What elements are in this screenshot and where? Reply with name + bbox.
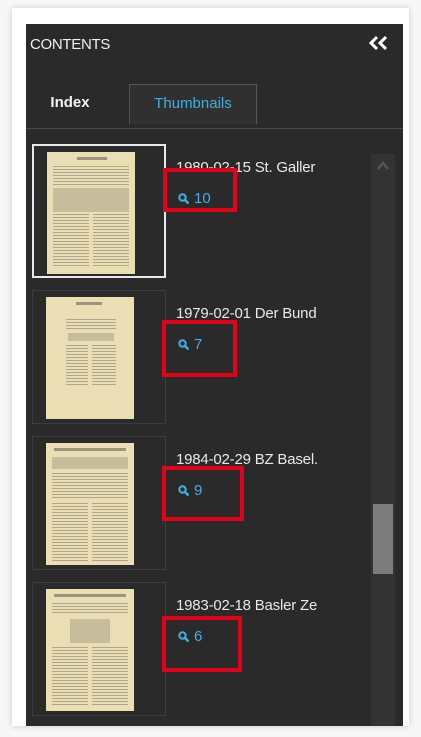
hit-count: 7	[194, 336, 203, 353]
tab-bar: Index Thumbnails	[26, 84, 403, 128]
tab-thumbnails[interactable]: Thumbnails	[129, 84, 257, 124]
search-icon	[178, 193, 189, 204]
list-item[interactable]: 1983-02-18 Basler Ze 6	[26, 582, 368, 722]
list-item[interactable]: 1979-02-01 Der Bund 7	[26, 290, 368, 430]
tab-divider	[26, 128, 403, 129]
scrollbar-track[interactable]	[371, 154, 395, 726]
contents-panel: CONTENTS Index Thumbnails 1980-02-15 St.…	[26, 24, 403, 726]
search-hits[interactable]: 9	[178, 482, 202, 502]
search-icon	[178, 485, 189, 496]
item-title[interactable]: 1980-02-15 St. Galler	[176, 159, 362, 176]
search-hits[interactable]: 6	[178, 628, 202, 648]
list-item[interactable]: 1984-02-29 BZ Basel. 9	[26, 436, 368, 576]
panel-title: CONTENTS	[30, 36, 111, 53]
page-thumbnail	[46, 297, 134, 419]
page-thumbnail	[46, 589, 134, 711]
panel-header: CONTENTS	[26, 24, 403, 60]
thumbnail-list: 1980-02-15 St. Galler 10 1979-02-01 Der …	[26, 130, 368, 726]
search-hits[interactable]: 7	[178, 336, 202, 356]
item-title[interactable]: 1979-02-01 Der Bund	[176, 305, 362, 322]
thumbnail-frame[interactable]	[32, 144, 166, 278]
search-hits[interactable]: 10	[178, 190, 211, 210]
item-title[interactable]: 1983-02-18 Basler Ze	[176, 597, 362, 614]
search-icon	[178, 631, 189, 642]
page-thumbnail	[47, 152, 135, 274]
double-chevron-left-icon[interactable]	[367, 35, 389, 51]
thumbnail-frame[interactable]	[32, 290, 166, 424]
thumbnail-frame[interactable]	[32, 582, 166, 716]
hit-count: 10	[194, 190, 211, 207]
tab-index[interactable]: Index	[32, 84, 108, 121]
hit-count: 9	[194, 482, 203, 499]
search-icon	[178, 339, 189, 350]
hit-count: 6	[194, 628, 203, 645]
scrollbar-thumb[interactable]	[373, 504, 393, 574]
chevron-up-icon[interactable]	[374, 158, 392, 174]
page-thumbnail	[46, 443, 134, 565]
item-title[interactable]: 1984-02-29 BZ Basel.	[176, 451, 362, 468]
thumbnail-frame[interactable]	[32, 436, 166, 570]
list-item[interactable]: 1980-02-15 St. Galler 10	[26, 144, 368, 284]
